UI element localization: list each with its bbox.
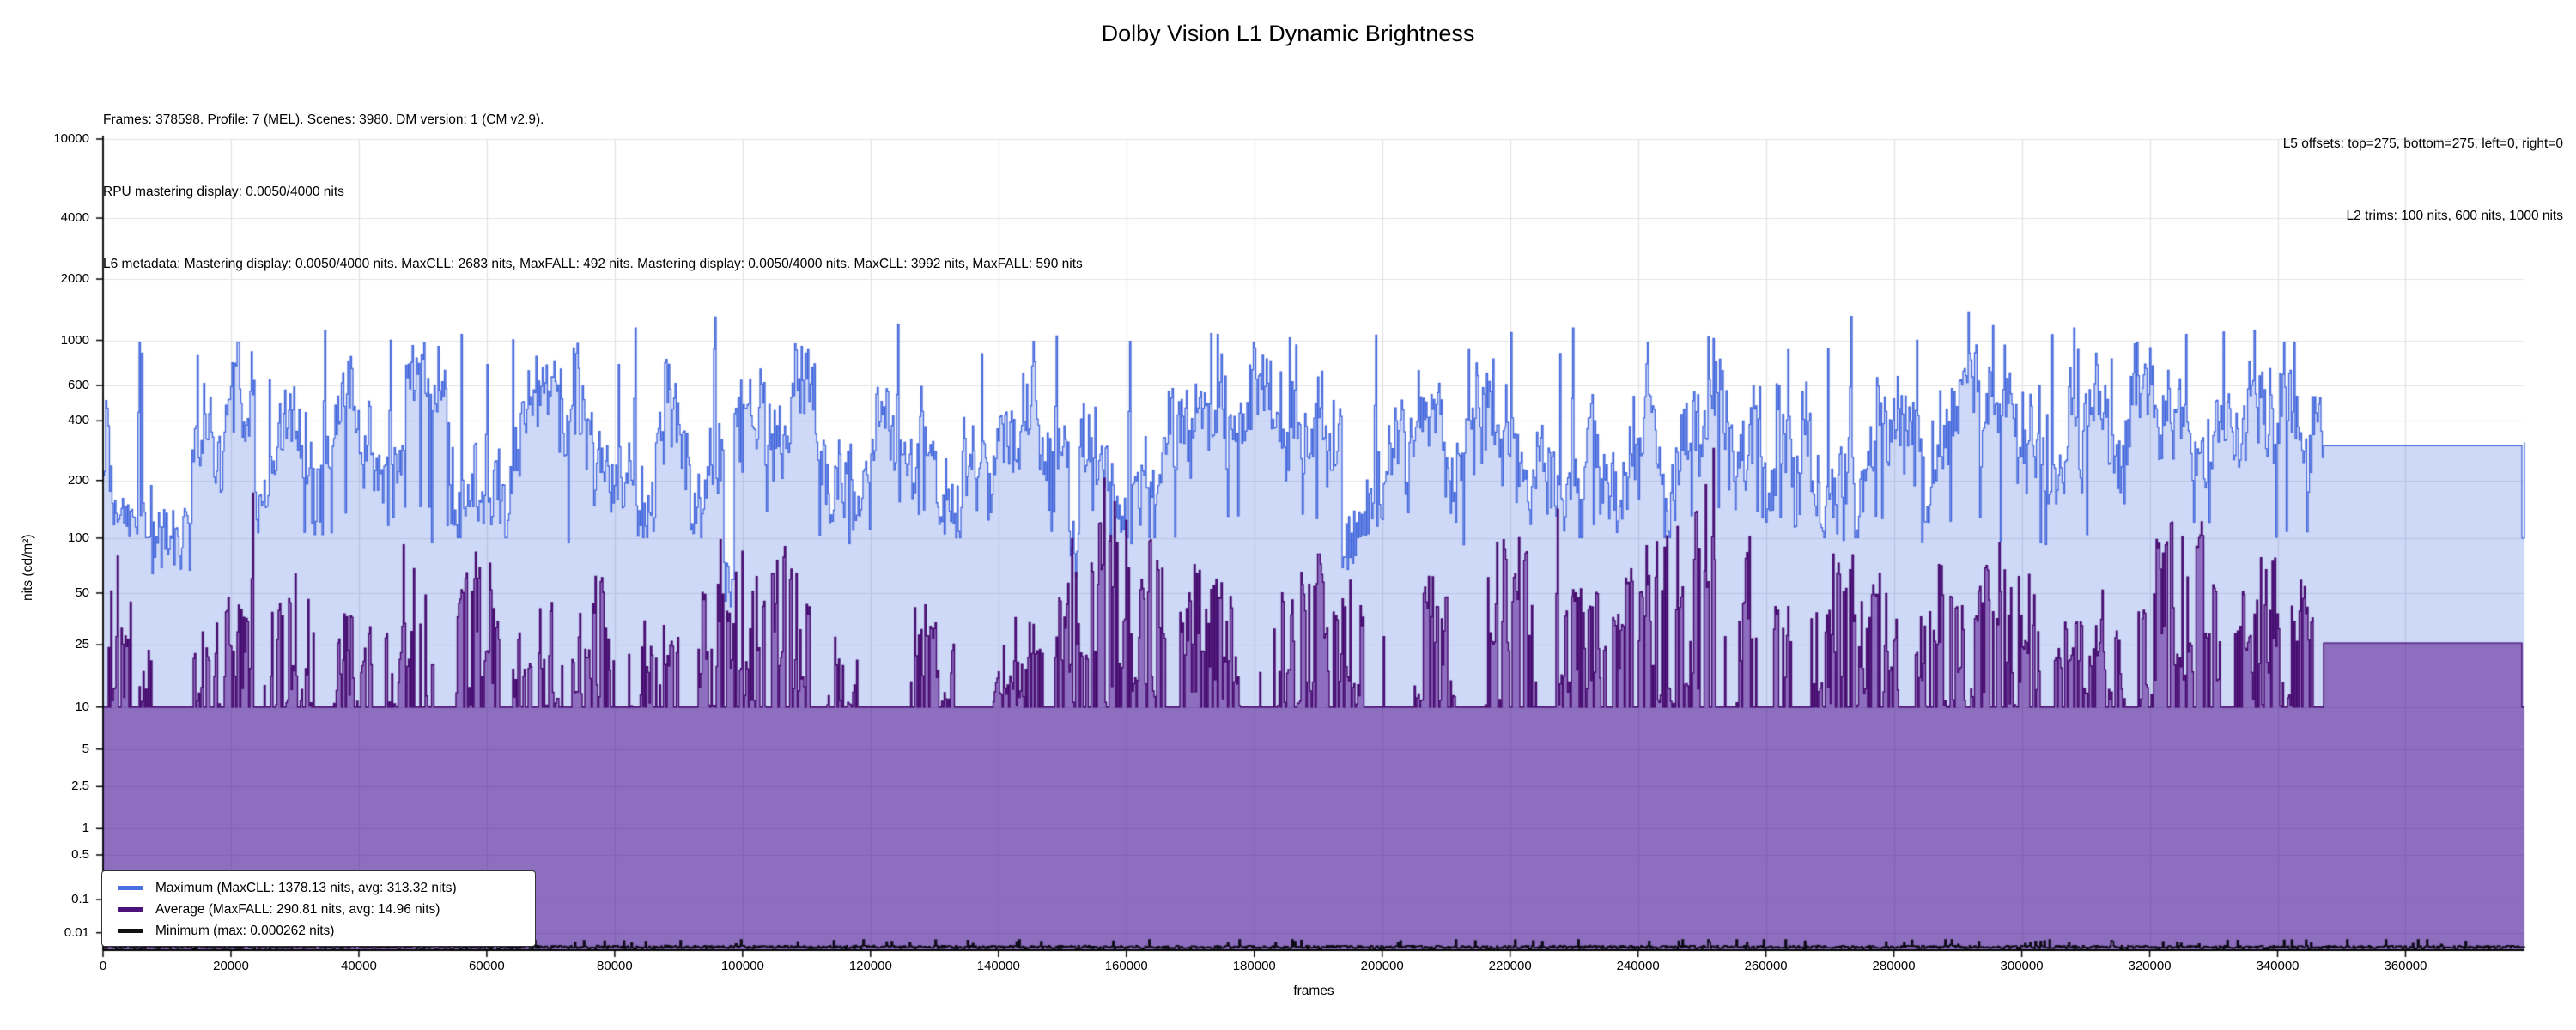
y-tick-label: 2000 [3, 271, 89, 286]
metadata-rpu-line: RPU mastering display: 0.0050/4000 nits [103, 180, 1083, 204]
legend-label-average: Average (MaxFALL: 290.81 nits, avg: 14.9… [155, 902, 440, 918]
maximum-line-swatch-icon [118, 886, 143, 890]
y-tick-label: 50 [3, 585, 89, 600]
x-tick-label: 40000 [312, 959, 406, 973]
x-tick-label: 340000 [2231, 959, 2325, 973]
x-tick-label: 260000 [1719, 959, 1814, 973]
legend-item-minimum: Minimum (max: 0.000262 nits) [118, 920, 535, 942]
legend-item-average: Average (MaxFALL: 290.81 nits, avg: 14.9… [118, 899, 535, 920]
legend-item-maximum: Maximum (MaxCLL: 1378.13 nits, avg: 313.… [118, 877, 535, 899]
y-tick-label: 1 [3, 821, 89, 835]
y-tick-label: 600 [3, 378, 89, 392]
x-axis-label: frames [103, 984, 2524, 999]
minimum-line-swatch-icon [118, 929, 143, 933]
y-tick-label: 4000 [3, 210, 89, 225]
legend: Maximum (MaxCLL: 1378.13 nits, avg: 313.… [101, 870, 536, 947]
average-line-swatch-icon [118, 907, 143, 912]
metadata-l5-line: L5 offsets: top=275, bottom=275, left=0,… [2283, 132, 2563, 156]
y-tick-label: 10000 [3, 131, 89, 146]
metadata-l6-line: L6 metadata: Mastering display: 0.0050/4… [103, 252, 1083, 276]
x-tick-label: 220000 [1463, 959, 1558, 973]
y-tick-label: 10 [3, 700, 89, 714]
y-tick-label: 200 [3, 473, 89, 488]
x-tick-label: 360000 [2358, 959, 2452, 973]
figure: Dolby Vision L1 Dynamic Brightness Frame… [0, 0, 2576, 1030]
x-tick-label: 200000 [1335, 959, 1430, 973]
y-tick-label: 100 [3, 530, 89, 545]
metadata-block-right: L5 offsets: top=275, bottom=275, left=0,… [2283, 84, 2563, 276]
y-tick-label: 400 [3, 413, 89, 427]
x-tick-label: 160000 [1079, 959, 1174, 973]
x-tick-label: 240000 [1591, 959, 1686, 973]
chart-title: Dolby Vision L1 Dynamic Brightness [0, 21, 2576, 47]
x-tick-label: 0 [56, 959, 150, 973]
x-tick-label: 120000 [823, 959, 918, 973]
y-tick-label: 0.1 [3, 892, 89, 906]
x-tick-label: 60000 [440, 959, 534, 973]
legend-label-minimum: Minimum (max: 0.000262 nits) [155, 924, 334, 939]
x-tick-label: 100000 [696, 959, 790, 973]
x-tick-label: 320000 [2103, 959, 2197, 973]
x-tick-label: 280000 [1847, 959, 1941, 973]
metadata-frames-line: Frames: 378598. Profile: 7 (MEL). Scenes… [103, 108, 1083, 132]
y-tick-label: 25 [3, 637, 89, 651]
y-tick-label: 1000 [3, 333, 89, 348]
x-tick-label: 180000 [1207, 959, 1302, 973]
x-tick-label: 300000 [1975, 959, 2069, 973]
x-tick-label: 140000 [951, 959, 1046, 973]
y-tick-label: 0.01 [3, 925, 89, 940]
x-tick-label: 20000 [184, 959, 278, 973]
metadata-block-left: Frames: 378598. Profile: 7 (MEL). Scenes… [103, 60, 1083, 324]
x-tick-label: 80000 [568, 959, 662, 973]
metadata-l2-line: L2 trims: 100 nits, 600 nits, 1000 nits [2283, 204, 2563, 228]
y-tick-label: 0.5 [3, 847, 89, 862]
y-tick-label: 5 [3, 742, 89, 756]
y-tick-label: 2.5 [3, 779, 89, 793]
legend-label-maximum: Maximum (MaxCLL: 1378.13 nits, avg: 313.… [155, 881, 457, 896]
